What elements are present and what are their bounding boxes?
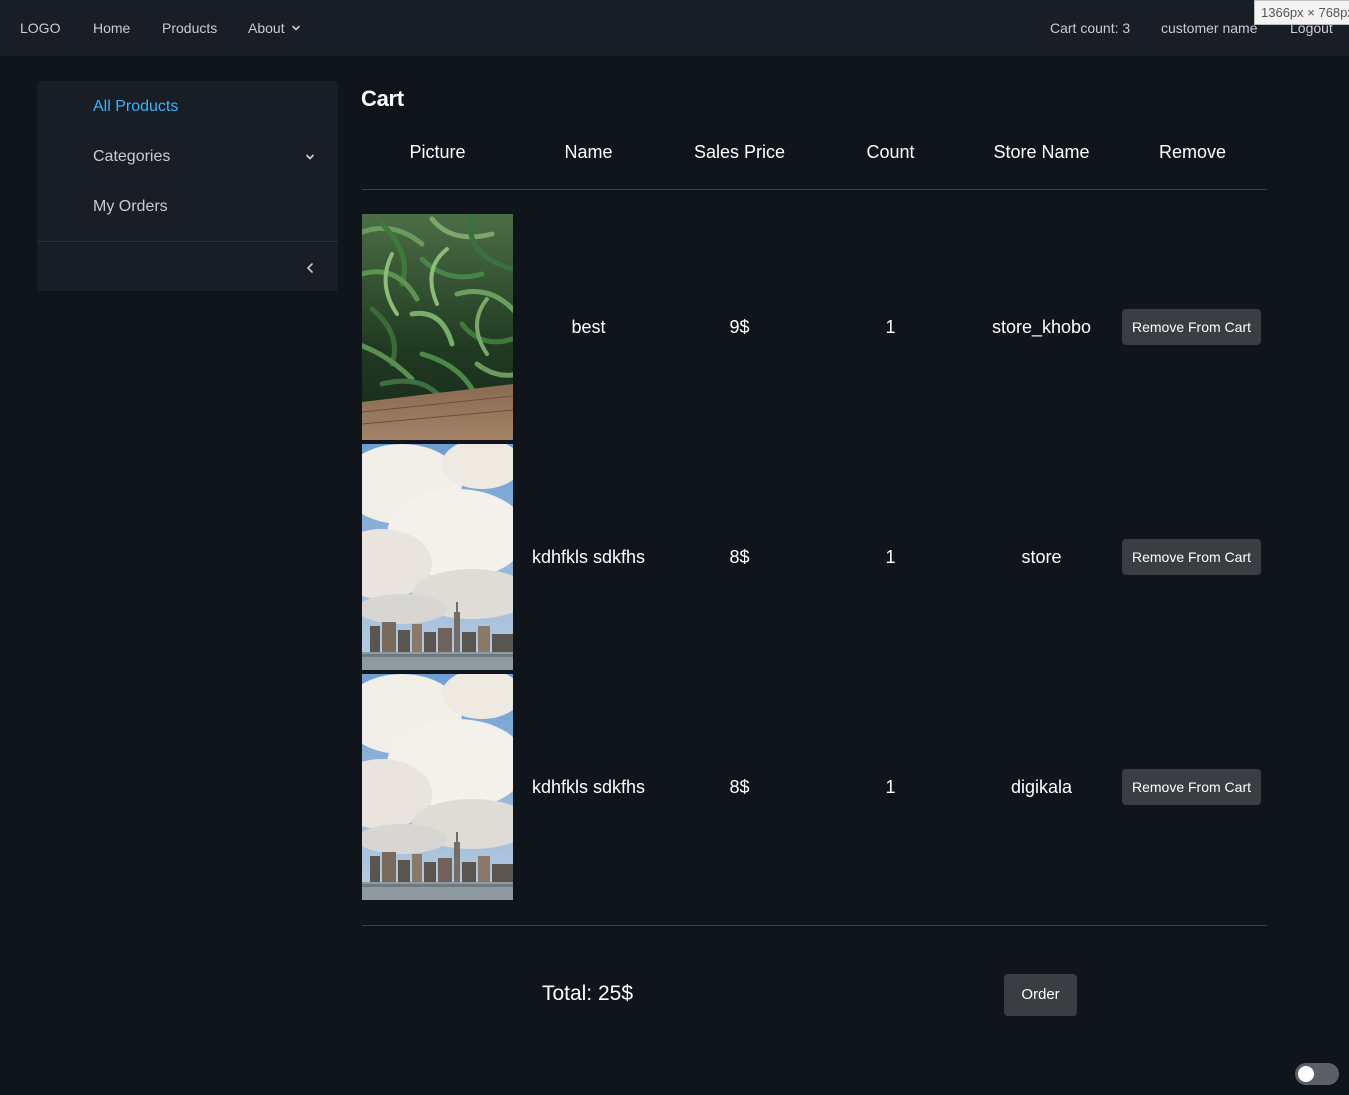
remove-from-cart-button[interactable]: Remove From Cart [1122,539,1261,575]
table-footer-divider [362,925,1267,926]
column-header-store-name: Store Name [993,142,1090,162]
sidebar-item-categories[interactable]: Categories [93,146,170,168]
product-image-green-beans [362,214,513,440]
product-name: best [571,317,606,337]
sidebar-divider [37,241,338,242]
product-name: kdhfkls sdkfhs [531,547,646,567]
table-row: best 9$ 1 store_khobo Remove From Cart [362,214,1267,440]
product-count: 1 [885,547,896,567]
nav-products-link[interactable]: Products [162,18,217,38]
product-image-city-skyline [362,444,513,670]
logo[interactable]: LOGO [20,18,60,38]
theme-toggle[interactable] [1295,1063,1339,1085]
column-header-remove: Remove [1158,142,1227,162]
nav-home-link[interactable]: Home [93,18,130,38]
sidebar: All Products Categories My Orders [37,81,338,291]
product-price: 9$ [729,317,750,337]
product-name: kdhfkls sdkfhs [531,777,646,797]
product-count: 1 [885,317,896,337]
remove-from-cart-button[interactable]: Remove From Cart [1122,309,1261,345]
column-header-count: Count [866,142,915,162]
store-name: store [1021,547,1062,567]
table-row: kdhfkls sdkfhs 8$ 1 digikala Remove From… [362,674,1267,900]
product-count: 1 [885,777,896,797]
column-header-name: Name [564,142,613,162]
cart-count[interactable]: Cart count: 3 [1050,18,1130,38]
nav-about-dropdown[interactable]: About [248,18,301,38]
product-price: 8$ [729,547,750,567]
product-price: 8$ [729,777,750,797]
page-title: Cart [361,86,404,111]
store-name: store_khobo [991,317,1092,337]
table-row: kdhfkls sdkfhs 8$ 1 store Remove From Ca… [362,444,1267,670]
remove-from-cart-button[interactable]: Remove From Cart [1122,769,1261,805]
order-button[interactable]: Order [1004,974,1077,1016]
column-header-sales-price: Sales Price [693,142,786,162]
sidebar-item-my-orders[interactable]: My Orders [93,196,168,218]
viewport-size-tag: 1366px × 768px [1254,0,1349,25]
top-navbar: LOGO Home Products About Cart count: 3 c… [0,0,1349,56]
collapse-sidebar-icon[interactable] [304,261,316,275]
chevron-down-icon [291,25,300,31]
nav-about-label: About [248,20,285,36]
cart-total: Total: 25$ [541,982,634,1005]
toggle-knob [1298,1066,1314,1082]
customer-name[interactable]: customer name [1161,18,1257,38]
table-header-divider [362,189,1267,190]
store-name: digikala [1010,777,1073,797]
chevron-down-icon[interactable] [304,151,316,163]
product-image-city-skyline [362,674,513,900]
column-header-picture: Picture [409,142,466,162]
sidebar-item-all-products[interactable]: All Products [93,96,178,118]
